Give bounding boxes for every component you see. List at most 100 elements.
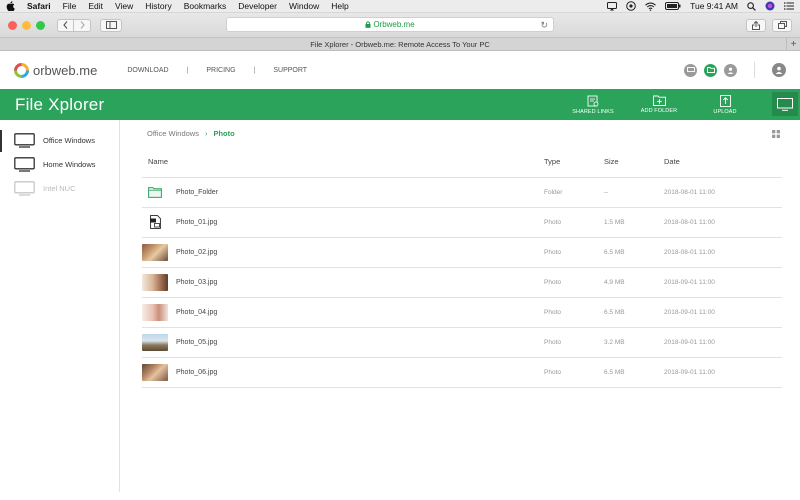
tabs-overview-button[interactable]: [772, 18, 792, 32]
chevron-right-icon: [80, 21, 85, 29]
reload-icon[interactable]: ↻: [540, 20, 548, 31]
content-area: Office Windows Home Windows Intel NUC Of…: [0, 120, 800, 492]
table-row[interactable]: Photo_Folder Folder -- 2018-08-01 11:00: [142, 177, 782, 208]
nav-pricing[interactable]: PRICING: [206, 67, 235, 74]
account-avatar[interactable]: [772, 63, 786, 77]
table-row[interactable]: Photo_02.jpg Photo 6.5 MB 2018-08-01 11:…: [142, 237, 782, 268]
desktop-computer-icon: [14, 132, 35, 148]
file-name[interactable]: Photo_02.jpg: [176, 249, 217, 256]
tabs-icon: [777, 21, 787, 29]
menu-app-safari[interactable]: Safari: [27, 1, 51, 11]
device-sidebar: Office Windows Home Windows Intel NUC: [0, 120, 120, 492]
cast-icon[interactable]: [607, 1, 618, 11]
webcam-button[interactable]: [724, 63, 737, 77]
photo-thumbnail: [142, 333, 168, 351]
forward-button[interactable]: [74, 18, 91, 32]
file-name[interactable]: Photo_01.jpg: [176, 219, 217, 226]
app-actions: SHARED LINKS ADD FOLDER UPLOAD: [560, 89, 758, 120]
share-button[interactable]: [746, 18, 766, 32]
menu-view[interactable]: View: [115, 1, 133, 11]
macos-menu-bar: Safari File Edit View History Bookmarks …: [0, 0, 800, 13]
clock[interactable]: Tue 9:41 AM: [690, 1, 738, 11]
file-size: 3.2 MB: [604, 327, 664, 358]
tab-title[interactable]: File Xplorer - Orbweb.me: Remote Access …: [310, 40, 490, 49]
device-label: Office Windows: [43, 135, 95, 145]
minimize-window-button[interactable]: [22, 20, 31, 30]
breadcrumb-current: Photo: [213, 129, 235, 138]
remote-desktop-button[interactable]: [684, 63, 697, 77]
menu-bookmarks[interactable]: Bookmarks: [184, 1, 227, 11]
table-row[interactable]: Photo_04.jpg Photo 6.5 MB 2018-09-01 11:…: [142, 297, 782, 328]
photo-thumbnail: [142, 273, 168, 291]
apple-icon[interactable]: [6, 1, 15, 11]
shared-links-button[interactable]: SHARED LINKS: [560, 89, 626, 120]
add-folder-icon: [652, 95, 666, 106]
nav-support[interactable]: SUPPORT: [273, 67, 307, 74]
sidebar-toggle-button[interactable]: [100, 18, 122, 32]
nav-separator: |: [186, 66, 189, 74]
battery-icon[interactable]: [665, 2, 681, 10]
file-name[interactable]: Photo_Folder: [176, 189, 218, 196]
table-row[interactable]: Photo_01.jpg Photo 1.5 MB 2018-08-01 11:…: [142, 207, 782, 238]
file-date: 2018-09-01 11:00: [664, 357, 782, 388]
table-row[interactable]: Photo_06.jpg Photo 6.5 MB 2018-09-01 11:…: [142, 357, 782, 388]
file-name[interactable]: Photo_04.jpg: [176, 309, 217, 316]
menu-file[interactable]: File: [63, 1, 77, 11]
breadcrumb-root[interactable]: Office Windows: [147, 129, 199, 138]
grid-view-icon[interactable]: [772, 130, 780, 138]
monitor-icon: [777, 97, 793, 111]
device-home-windows[interactable]: Home Windows: [0, 152, 119, 176]
upload-label: UPLOAD: [713, 108, 737, 115]
file-size: 6.5 MB: [604, 297, 664, 328]
folder-icon: [142, 186, 168, 198]
chevron-right-icon: ›: [204, 129, 208, 138]
zoom-window-button[interactable]: [36, 20, 45, 30]
top-nav: DOWNLOAD | PRICING | SUPPORT: [127, 67, 307, 74]
menu-window[interactable]: Window: [289, 1, 319, 11]
close-window-button[interactable]: [8, 20, 17, 30]
site-logo[interactable]: orbweb.me: [14, 62, 97, 78]
upload-icon: [719, 94, 731, 107]
upload-button[interactable]: UPLOAD: [692, 89, 758, 120]
back-button[interactable]: [57, 18, 74, 32]
file-table: Name Type Size Date Photo_Folder Folder …: [142, 147, 782, 388]
table-row[interactable]: Photo_05.jpg Photo 3.2 MB 2018-09-01 11:…: [142, 327, 782, 358]
remote-screen-button[interactable]: [772, 92, 798, 116]
address-bar-url: Orbweb.me: [373, 20, 415, 29]
notification-center-icon[interactable]: [784, 2, 794, 10]
menu-history[interactable]: History: [145, 1, 171, 11]
device-intel-nuc[interactable]: Intel NUC: [0, 176, 119, 200]
file-type: Photo: [544, 237, 604, 268]
folder-icon: [706, 67, 715, 73]
menu-edit[interactable]: Edit: [88, 1, 103, 11]
file-size: 1.5 MB: [604, 207, 664, 238]
siri-icon[interactable]: [765, 1, 775, 11]
address-bar[interactable]: Orbweb.me ↻: [226, 17, 554, 32]
add-folder-button[interactable]: ADD FOLDER: [626, 89, 692, 120]
file-name[interactable]: Photo_03.jpg: [176, 279, 217, 286]
screen-share-icon[interactable]: [626, 1, 636, 11]
desktop-computer-icon: [14, 180, 35, 196]
site-header: orbweb.me DOWNLOAD | PRICING | SUPPORT: [0, 51, 800, 89]
file-explorer-button[interactable]: [704, 63, 717, 77]
file-date: 2018-08-01 11:00: [664, 177, 782, 208]
column-header-name[interactable]: Name: [142, 147, 544, 178]
column-header-date[interactable]: Date: [664, 147, 782, 178]
lock-icon: [365, 21, 371, 28]
column-header-type[interactable]: Type: [544, 147, 604, 178]
menu-developer[interactable]: Developer: [238, 1, 277, 11]
new-tab-button[interactable]: +: [786, 38, 800, 51]
photo-thumbnail: [142, 363, 168, 381]
device-office-windows[interactable]: Office Windows: [0, 128, 119, 152]
nav-download[interactable]: DOWNLOAD: [127, 67, 168, 74]
wifi-icon[interactable]: [645, 2, 656, 11]
menu-help[interactable]: Help: [331, 1, 348, 11]
file-size: --: [604, 177, 664, 208]
file-name[interactable]: Photo_06.jpg: [176, 369, 217, 376]
table-row[interactable]: Photo_03.jpg Photo 4.9 MB 2018-09-01 11:…: [142, 267, 782, 298]
browser-toolbar: Orbweb.me ↻: [0, 13, 800, 37]
file-date: 2018-09-01 11:00: [664, 267, 782, 298]
spotlight-search-icon[interactable]: [747, 1, 756, 11]
file-name[interactable]: Photo_05.jpg: [176, 339, 217, 346]
column-header-size[interactable]: Size: [604, 147, 664, 178]
